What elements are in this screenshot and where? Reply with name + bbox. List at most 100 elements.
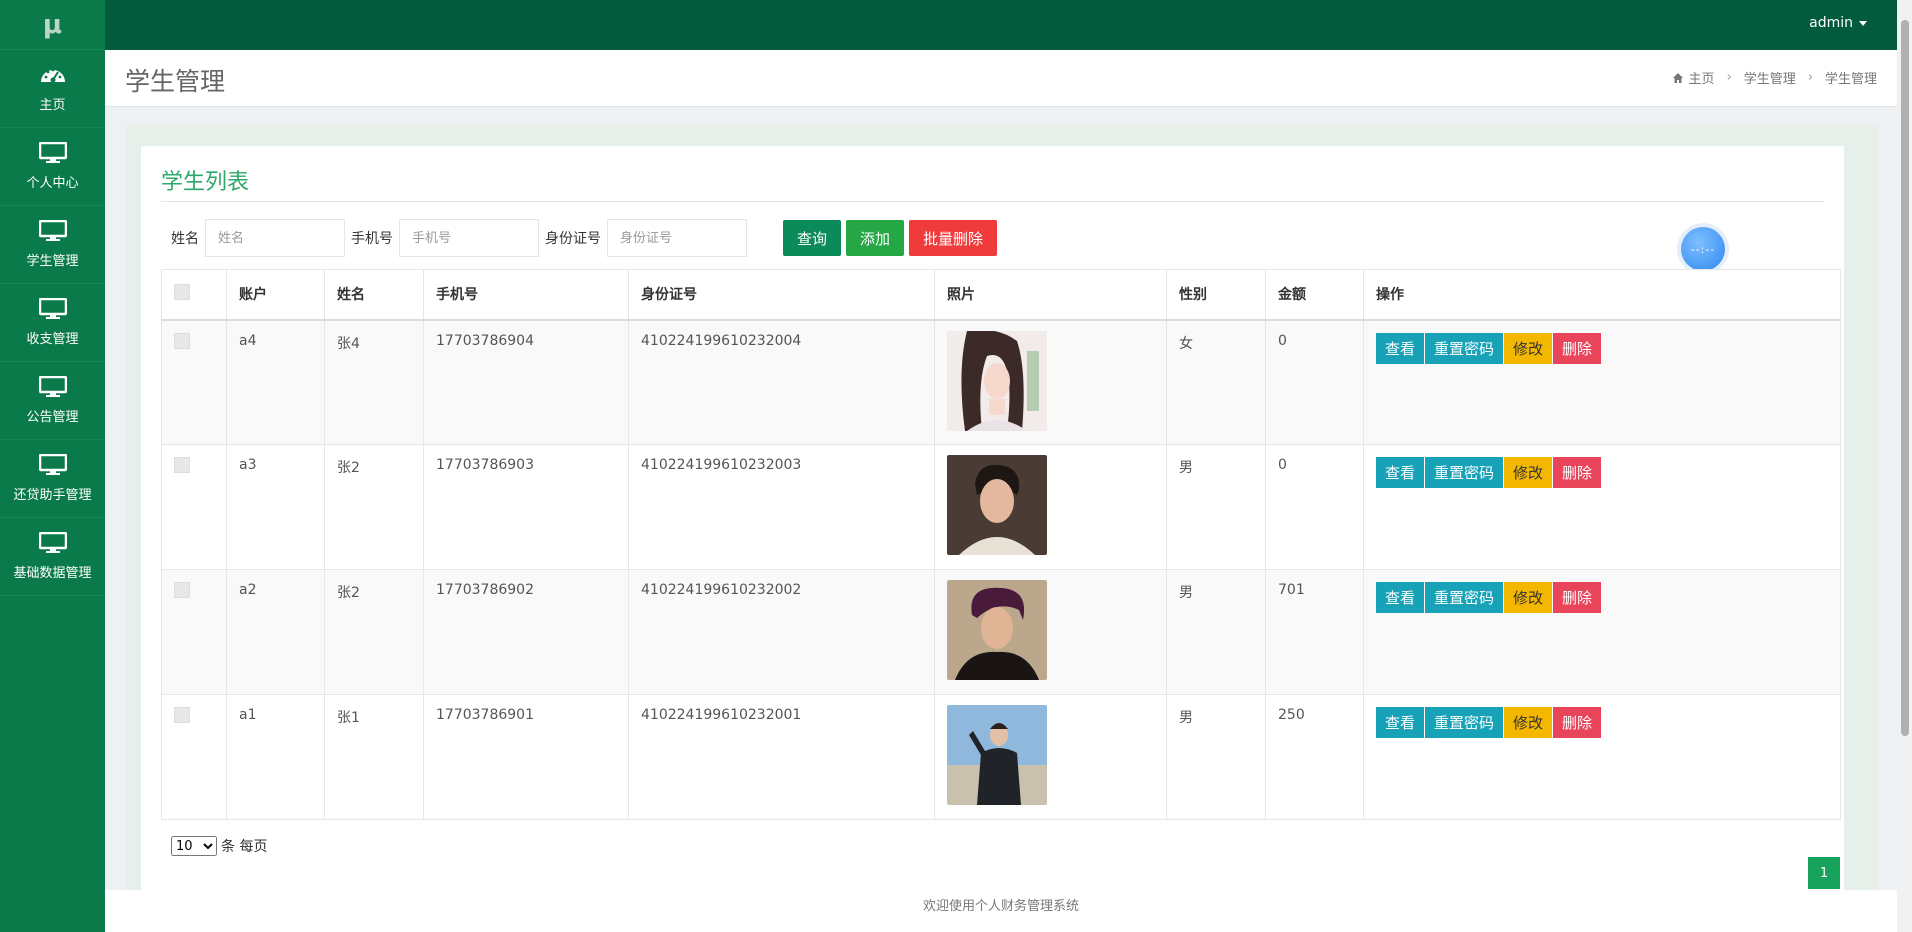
phone-cell: 17703786902 bbox=[423, 569, 629, 695]
idcard-input[interactable] bbox=[607, 219, 747, 257]
reset-password-button[interactable]: 重置密码 bbox=[1425, 707, 1504, 738]
view-button[interactable]: 查看 bbox=[1376, 457, 1425, 488]
floating-assistant-button[interactable]: --:-- bbox=[1681, 227, 1725, 271]
edit-button[interactable]: 修改 bbox=[1504, 332, 1553, 364]
divider bbox=[161, 201, 1824, 202]
scroll-thumb[interactable] bbox=[1901, 20, 1909, 736]
sidebar-item-label: 还贷助手管理 bbox=[13, 488, 92, 503]
student-photo[interactable] bbox=[947, 330, 1047, 431]
sidebar-item-label: 主页 bbox=[39, 98, 66, 113]
actions-cell: 查看 重置密码 修改 删除 bbox=[1363, 569, 1841, 695]
col-name: 姓名 bbox=[324, 269, 424, 321]
photo-cell bbox=[934, 444, 1167, 570]
home-icon bbox=[1672, 72, 1683, 83]
gender-cell: 男 bbox=[1166, 694, 1266, 820]
student-photo[interactable] bbox=[947, 455, 1047, 555]
row-checkbox[interactable] bbox=[174, 707, 190, 723]
photo-cell bbox=[934, 319, 1167, 445]
name-cell: 张1 bbox=[324, 694, 424, 820]
name-input[interactable] bbox=[205, 219, 345, 257]
col-account: 账户 bbox=[226, 269, 325, 321]
idcard-cell: 410224199610232002 bbox=[628, 569, 935, 695]
row-checkbox[interactable] bbox=[174, 332, 190, 349]
sidebar-item-finance[interactable]: 收支管理 bbox=[0, 284, 105, 362]
account-cell: a3 bbox=[226, 444, 325, 570]
view-button[interactable]: 查看 bbox=[1376, 707, 1425, 738]
per-page-label: 条 每页 bbox=[221, 839, 268, 855]
add-button[interactable]: 添加 bbox=[846, 220, 905, 256]
actions-cell: 查看 重置密码 修改 删除 bbox=[1363, 694, 1841, 820]
actions-cell: 查看 重置密码 修改 删除 bbox=[1363, 319, 1841, 445]
monitor-icon bbox=[38, 142, 67, 163]
chevron-down-icon bbox=[1859, 20, 1867, 26]
phone-input[interactable] bbox=[399, 219, 539, 257]
query-button[interactable]: 查询 bbox=[783, 220, 842, 256]
page-1-button[interactable]: 1 bbox=[1808, 857, 1840, 889]
reset-password-button[interactable]: 重置密码 bbox=[1425, 582, 1504, 613]
delete-button[interactable]: 删除 bbox=[1553, 707, 1602, 738]
breadcrumb: 主页 › 学生管理 › 学生管理 bbox=[1672, 68, 1877, 87]
sidebar-item-basedata[interactable]: 基础数据管理 bbox=[0, 518, 105, 596]
col-gender: 性别 bbox=[1166, 269, 1266, 321]
sidebar-item-profile[interactable]: 个人中心 bbox=[0, 128, 105, 206]
gender-cell: 男 bbox=[1166, 569, 1266, 695]
amount-cell: 0 bbox=[1265, 319, 1364, 445]
row-checkbox[interactable] bbox=[174, 457, 190, 473]
select-all-checkbox[interactable] bbox=[174, 284, 190, 301]
sidebar: μ 主页 个人中心 学生管理 收支管理 公告管理 还贷助手管理 基础数据管理 bbox=[0, 0, 105, 932]
row-checkbox[interactable] bbox=[174, 582, 190, 598]
idcard-label: 身份证号 bbox=[545, 231, 601, 247]
col-idcard: 身份证号 bbox=[628, 269, 935, 321]
student-photo[interactable] bbox=[947, 580, 1047, 680]
gender-cell: 女 bbox=[1166, 319, 1266, 445]
delete-button[interactable]: 删除 bbox=[1553, 582, 1602, 613]
breadcrumb-section[interactable]: 学生管理 bbox=[1744, 68, 1796, 87]
name-cell: 张4 bbox=[324, 319, 424, 445]
sidebar-item-notice[interactable]: 公告管理 bbox=[0, 362, 105, 440]
sidebar-item-loan[interactable]: 还贷助手管理 bbox=[0, 440, 105, 518]
delete-button[interactable]: 删除 bbox=[1553, 332, 1602, 364]
view-button[interactable]: 查看 bbox=[1376, 582, 1425, 613]
footer: 欢迎使用个人财务管理系统 bbox=[105, 890, 1897, 932]
table-header-row: 账户 姓名 手机号 身份证号 照片 性别 金额 操作 bbox=[161, 269, 1841, 321]
batch-delete-button[interactable]: 批量删除 bbox=[909, 220, 998, 256]
phone-label: 手机号 bbox=[351, 231, 393, 247]
page-header: 学生管理 主页 › 学生管理 › 学生管理 bbox=[105, 50, 1897, 107]
user-name: admin bbox=[1809, 15, 1853, 31]
monitor-icon bbox=[38, 532, 67, 553]
sidebar-item-home[interactable]: 主页 bbox=[0, 50, 105, 128]
chevron-right-icon: › bbox=[1726, 70, 1732, 85]
page-size-select[interactable]: 10 bbox=[171, 836, 217, 856]
select-cell bbox=[161, 694, 227, 820]
sidebar-item-students[interactable]: 学生管理 bbox=[0, 206, 105, 284]
select-all-cell bbox=[161, 269, 227, 321]
brand-logo[interactable]: μ bbox=[0, 0, 105, 50]
delete-button[interactable]: 删除 bbox=[1553, 457, 1602, 488]
idcard-cell: 410224199610232003 bbox=[628, 444, 935, 570]
reset-password-button[interactable]: 重置密码 bbox=[1425, 332, 1504, 364]
edit-button[interactable]: 修改 bbox=[1504, 707, 1553, 738]
col-phone: 手机号 bbox=[423, 269, 629, 321]
gender-cell: 男 bbox=[1166, 444, 1266, 570]
table-row: a4 张4 17703786904 410224199610232004 女 0… bbox=[161, 319, 1841, 445]
monitor-icon bbox=[38, 220, 67, 241]
select-cell bbox=[161, 444, 227, 570]
edit-button[interactable]: 修改 bbox=[1504, 582, 1553, 613]
table-row: a1 张1 17703786901 410224199610232001 男 2… bbox=[161, 694, 1841, 820]
sidebar-item-label: 学生管理 bbox=[26, 254, 79, 269]
student-photo[interactable] bbox=[947, 705, 1047, 805]
name-label: 姓名 bbox=[171, 231, 199, 247]
amount-cell: 0 bbox=[1265, 444, 1364, 570]
monitor-icon bbox=[38, 376, 67, 397]
edit-button[interactable]: 修改 bbox=[1504, 457, 1553, 488]
name-cell: 张2 bbox=[324, 569, 424, 695]
scrollbar[interactable] bbox=[1898, 0, 1912, 932]
sidebar-item-label: 收支管理 bbox=[26, 332, 79, 347]
breadcrumb-home[interactable]: 主页 bbox=[1689, 68, 1715, 87]
page-title: 学生管理 bbox=[125, 67, 226, 96]
view-button[interactable]: 查看 bbox=[1376, 332, 1425, 364]
reset-password-button[interactable]: 重置密码 bbox=[1425, 457, 1504, 488]
monitor-icon bbox=[38, 298, 67, 319]
user-menu[interactable]: admin bbox=[1809, 15, 1867, 31]
dash-icon: --:-- bbox=[1690, 242, 1716, 256]
